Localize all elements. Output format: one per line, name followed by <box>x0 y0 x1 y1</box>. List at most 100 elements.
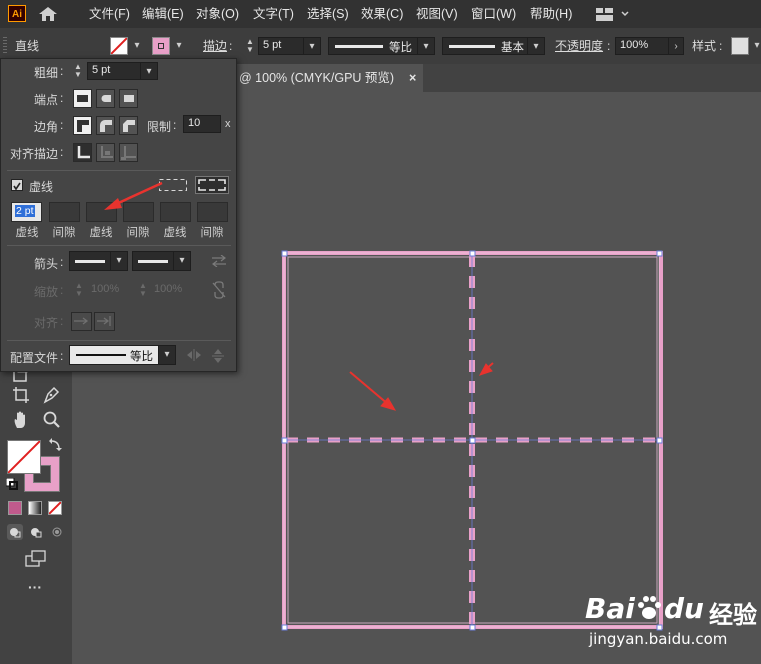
arrow-tip-beyond-button <box>71 312 92 331</box>
opacity-input[interactable]: 100% <box>615 37 669 55</box>
opacity-arrow-icon[interactable]: › <box>668 37 684 55</box>
dash-1-label: 虚线 <box>15 227 39 239</box>
workspace-switcher-icon[interactable] <box>596 8 630 21</box>
menu-help[interactable]: 帮助(H) <box>530 0 572 28</box>
bevel-join-button[interactable] <box>119 116 138 135</box>
color-mode-icon[interactable] <box>8 501 22 515</box>
menu-type[interactable]: 文字(T) <box>253 0 294 28</box>
stroke-weight-dropdown-icon[interactable]: ▾ <box>303 37 321 55</box>
style-dropdown-icon[interactable]: ▾ <box>750 37 761 55</box>
dash-2-label: 虚线 <box>89 227 113 239</box>
end-arrowhead-select[interactable] <box>132 251 174 271</box>
align-inside-button[interactable] <box>96 143 115 162</box>
swap-arrowheads-icon[interactable] <box>211 254 227 268</box>
colon-w: : <box>60 64 64 78</box>
menu-object[interactable]: 对象(O) <box>196 0 239 28</box>
scale-start-value: 100% <box>91 283 120 295</box>
menu-edit[interactable]: 编辑(E) <box>142 0 184 28</box>
align-dash-corners-button[interactable] <box>195 176 229 194</box>
profile-label: 配置文件 <box>10 351 59 365</box>
brush-dropdown-icon[interactable]: ▾ <box>527 37 545 55</box>
align-stroke-label: 对齐描边 <box>10 147 59 161</box>
menu-window[interactable]: 窗口(W) <box>471 0 516 28</box>
scale-end-stepper-icon: ▲ ▼ <box>139 281 147 298</box>
arrowheads-label: 箭头 <box>34 257 59 271</box>
style-label: 样式 <box>692 39 717 53</box>
screen-mode-icon[interactable] <box>25 550 47 568</box>
weight-input[interactable]: 5 pt <box>87 62 141 80</box>
profile-select[interactable]: 等比 <box>69 345 159 365</box>
graphic-style-swatch[interactable] <box>731 37 749 55</box>
scale-end-value: 100% <box>154 283 183 295</box>
arrow-tip-end-button <box>94 312 115 331</box>
swap-fill-stroke-icon[interactable] <box>48 438 62 452</box>
gradient-mode-icon[interactable] <box>28 501 42 515</box>
round-cap-button[interactable] <box>96 89 115 108</box>
fill-swatch-large[interactable] <box>7 440 41 474</box>
watermark-cn: 经验 <box>709 601 757 629</box>
butt-cap-button[interactable] <box>73 89 92 108</box>
weight-label: 粗细 <box>34 66 59 80</box>
document-tab[interactable]: @ 100% (CMYK/GPU 预览) × <box>237 64 423 92</box>
align-arrow-label: 对齐 <box>34 316 59 330</box>
draw-normal-icon[interactable] <box>7 524 23 540</box>
draw-behind-icon[interactable] <box>28 524 44 540</box>
paw-icon <box>635 594 663 622</box>
miter-join-button[interactable] <box>73 116 92 135</box>
brush-definition[interactable]: 基本 <box>442 37 528 55</box>
menu-effect[interactable]: 效果(C) <box>361 0 403 28</box>
stroke-stepper-icon[interactable]: ▲ ▼ <box>245 38 255 54</box>
scale-start-stepper-icon: ▲ ▼ <box>75 281 83 298</box>
align-outside-button[interactable] <box>119 143 138 162</box>
divider-3 <box>7 340 231 341</box>
align-center-button[interactable] <box>73 143 92 162</box>
more-tools-icon[interactable]: ··· <box>28 580 46 594</box>
draw-inside-icon[interactable] <box>49 524 65 540</box>
panel-annotation-arrow <box>104 181 163 210</box>
gap-3-input[interactable] <box>197 202 228 222</box>
colon-cn: : <box>60 118 64 132</box>
weight-dropdown-icon[interactable]: ▾ <box>140 62 158 80</box>
fill-none-swatch[interactable] <box>110 37 128 55</box>
default-colors-icon[interactable] <box>5 477 18 490</box>
home-icon[interactable] <box>38 6 58 22</box>
gap-1-label: 间隙 <box>52 227 76 239</box>
dash-1-input[interactable]: 2 pt <box>11 202 42 222</box>
stroke-weight-input[interactable]: 5 pt <box>258 37 304 55</box>
flip-across-icon <box>212 348 224 364</box>
variable-width-profile[interactable]: 等比 <box>328 37 418 55</box>
stroke-color-swatch[interactable] <box>152 37 170 55</box>
start-arrowhead-dropdown-icon[interactable]: ▾ <box>110 251 128 271</box>
stroke-dropdown-icon[interactable]: ▾ <box>172 37 186 55</box>
dashed-checkbox[interactable] <box>11 179 23 191</box>
scale-label: 缩放 <box>34 285 59 299</box>
colon-aa: : <box>60 314 64 328</box>
hand-tool-icon[interactable] <box>12 410 32 430</box>
zoom-tool-icon[interactable] <box>42 410 62 430</box>
grip-icon <box>3 37 7 55</box>
pen-tool-icon[interactable] <box>42 386 60 404</box>
menu-file[interactable]: 文件(F) <box>89 0 130 28</box>
dashed-label: 虚线 <box>29 180 54 194</box>
limit-input[interactable]: 10 <box>183 115 221 133</box>
profile-dropdown-icon[interactable]: ▾ <box>417 37 435 55</box>
artboard-canvas[interactable]: Bai du 经验 jingyan.baidu.com <box>237 92 761 664</box>
menu-select[interactable]: 选择(S) <box>307 0 349 28</box>
weight-stepper-icon[interactable]: ▲ ▼ <box>74 63 84 79</box>
fill-dropdown-icon[interactable]: ▾ <box>130 37 144 55</box>
opacity-label[interactable]: 不透明度 <box>555 28 603 64</box>
start-arrowhead-select[interactable] <box>69 251 111 271</box>
end-arrowhead-dropdown-icon[interactable]: ▾ <box>173 251 191 271</box>
tab-close-icon[interactable]: × <box>409 64 416 92</box>
none-mode-icon[interactable] <box>48 501 62 515</box>
colon-2: : <box>607 39 611 53</box>
menu-view[interactable]: 视图(V) <box>416 0 458 28</box>
colon-p: : <box>60 349 64 363</box>
round-join-button[interactable] <box>96 116 115 135</box>
projecting-cap-button[interactable] <box>119 89 138 108</box>
profile-dropdown-icon-2[interactable]: ▾ <box>158 345 176 365</box>
cap-label: 端点 <box>34 93 59 107</box>
gap-2-label: 间隙 <box>126 227 150 239</box>
crop-tool-icon[interactable] <box>12 386 30 404</box>
gap-1-input[interactable] <box>49 202 80 222</box>
